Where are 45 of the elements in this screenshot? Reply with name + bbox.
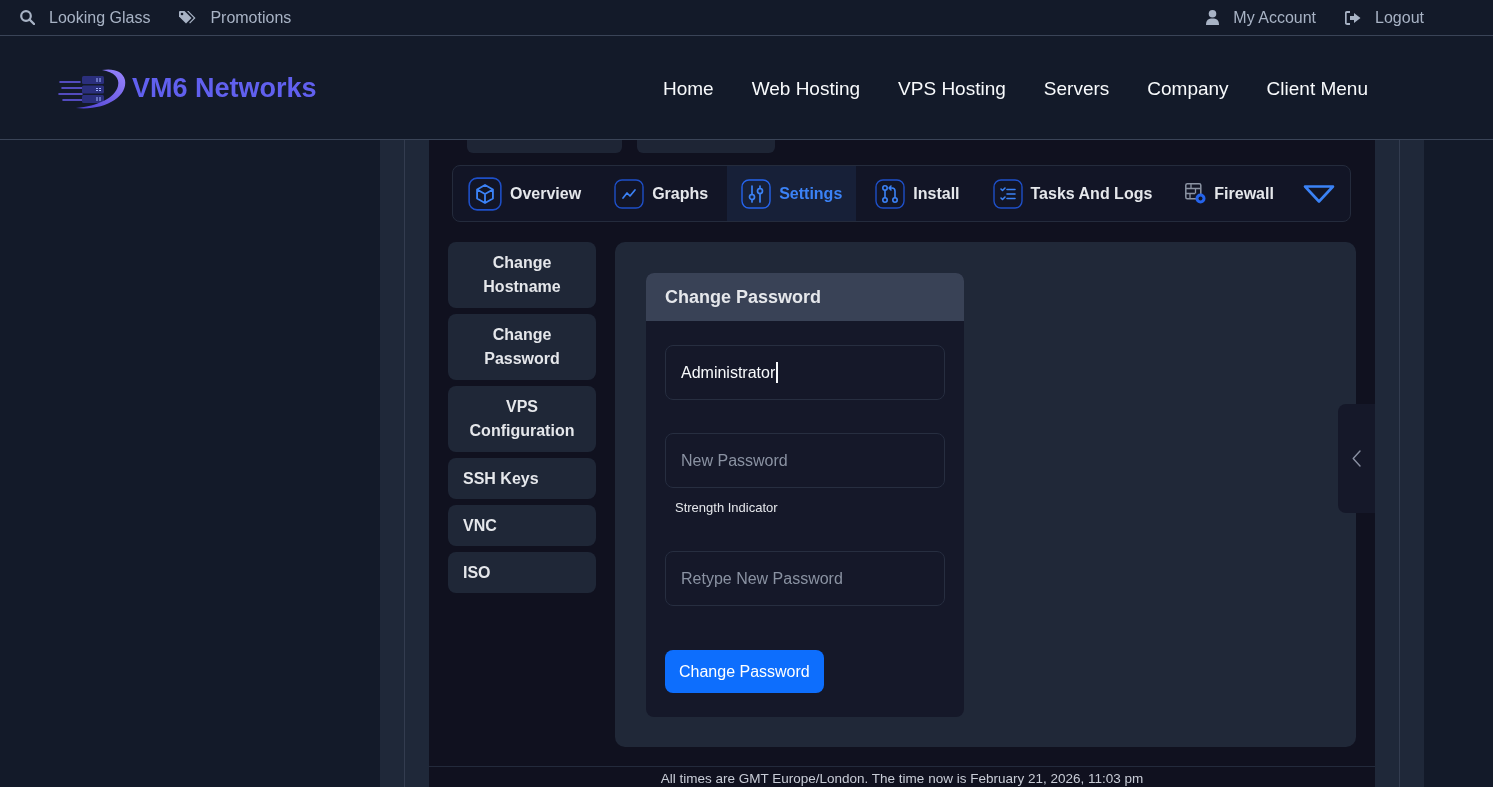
line-chart-icon xyxy=(614,178,645,209)
settings-menu-item[interactable]: Change Hostname xyxy=(448,242,596,308)
settings-menu-item[interactable]: VNC xyxy=(448,505,596,546)
settings-menu-item[interactable]: VPS Configuration xyxy=(448,386,596,452)
tab[interactable]: Overview xyxy=(454,166,596,221)
tab[interactable]: Graphs xyxy=(600,166,723,221)
settings-menu-item[interactable]: Change Password xyxy=(448,314,596,380)
change-password-button[interactable]: Change Password xyxy=(665,650,824,693)
pull-request-icon xyxy=(875,178,906,209)
top-bar-link[interactable]: Looking Glass xyxy=(20,8,151,27)
tab[interactable]: Install xyxy=(861,166,974,221)
sliders-icon xyxy=(741,178,772,209)
brand-name[interactable]: VM6 Networks xyxy=(132,73,317,104)
user-icon xyxy=(1206,10,1220,25)
nav-link[interactable]: Servers xyxy=(1043,77,1110,100)
nav-link[interactable]: Company xyxy=(1147,77,1229,100)
checklist-icon xyxy=(992,178,1023,209)
tab[interactable]: Tasks And Logs xyxy=(978,166,1167,221)
search-icon xyxy=(20,10,35,25)
card-title: Change Password xyxy=(665,286,822,308)
tab[interactable]: Settings xyxy=(727,166,857,221)
retype-password-field[interactable]: Retype New Password xyxy=(665,551,945,606)
cube-icon xyxy=(468,176,502,211)
nav-link[interactable]: Web Hosting xyxy=(751,77,861,100)
settings-menu-item[interactable]: ISO xyxy=(448,552,596,593)
tags-icon xyxy=(179,10,197,25)
text-cursor-icon xyxy=(776,362,778,383)
tab[interactable]: Firewall xyxy=(1171,166,1288,221)
top-bar-link[interactable]: Logout xyxy=(1345,8,1424,27)
nav-link[interactable]: Home xyxy=(662,77,714,100)
settings-menu-item[interactable]: SSH Keys xyxy=(448,458,596,499)
nav-link[interactable]: Client Menu xyxy=(1266,77,1368,100)
server-logo-icon[interactable] xyxy=(58,66,128,111)
side-panel-toggle[interactable] xyxy=(1338,404,1375,513)
username-field[interactable]: Administrator xyxy=(665,345,945,400)
strength-indicator-label: Strength Indicator xyxy=(674,500,779,516)
top-bar-link[interactable]: Promotions xyxy=(179,8,292,27)
footer-note: All times are GMT Europe/London. The time now is February 21, 2026, 11:03 pm xyxy=(660,771,1144,786)
nav-link[interactable]: VPS Hosting xyxy=(898,77,1006,100)
caret-down-icon xyxy=(1302,183,1335,204)
top-bar-link[interactable]: My Account xyxy=(1206,8,1317,27)
new-password-field[interactable]: New Password xyxy=(665,433,945,488)
logout-icon xyxy=(1345,10,1362,25)
chevron-left-icon xyxy=(1352,450,1361,467)
wall-gear-icon xyxy=(1185,183,1207,204)
